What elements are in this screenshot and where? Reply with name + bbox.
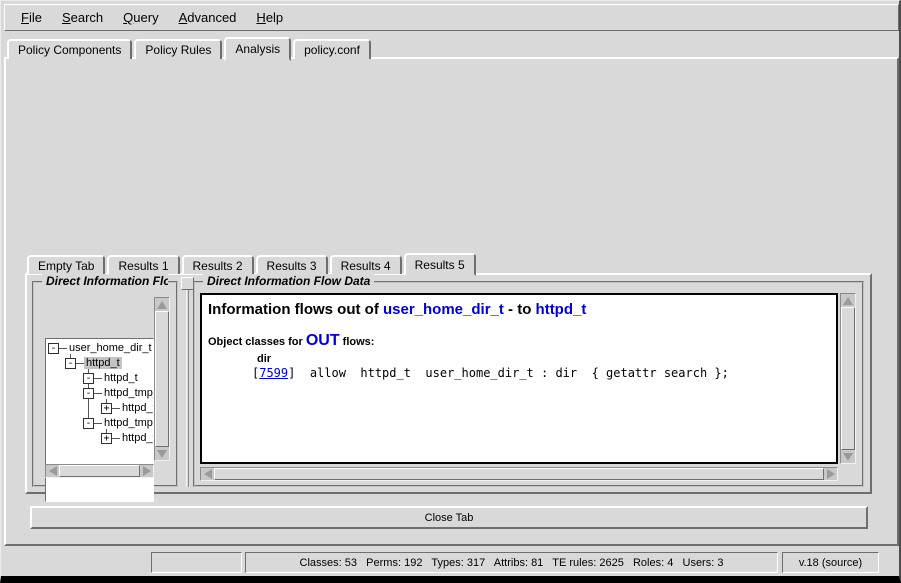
tree-row[interactable]: -user_home_dir_t [48,341,154,355]
tab-results-3[interactable]: Results 3 [256,255,328,274]
menu-search[interactable]: Search [52,7,113,28]
tree-row[interactable]: -httpd_t [83,371,140,385]
menu-query[interactable]: Query [113,7,168,28]
tree-node-label[interactable]: user_home_dir_t [67,342,154,354]
flow-data-title: Direct Information Flow Data [203,274,374,288]
rule-id-link[interactable]: 7599 [259,366,288,380]
data-hscrollbar[interactable] [200,467,838,481]
tree-row[interactable]: -httpd_tmp_t [83,386,154,400]
heading-mid: - to [504,301,536,318]
tree-node-label[interactable]: httpd_tmpfs_t [102,417,154,429]
flow-direction: OUT [306,332,340,349]
tab-results-4[interactable]: Results 4 [330,255,402,274]
scroll-down-arrow[interactable] [841,450,855,463]
tree-stub-line [112,438,120,439]
up-arrow-icon [843,297,853,305]
tab-policy-rules[interactable]: Policy Rules [134,39,222,59]
tab-results-1[interactable]: Results 1 [107,255,179,274]
right-arrow-icon [827,469,835,479]
tree-collapse-icon[interactable]: - [83,388,94,399]
left-arrow-icon [204,469,212,479]
tree-vscrollbar[interactable] [154,297,170,461]
tree-row[interactable]: + httpd_t [101,431,154,445]
menu-advanced[interactable]: Advanced [169,7,247,28]
tree-node-label[interactable]: httpd_tmp_t [102,387,154,399]
tree-node-label[interactable]: httpd_t [102,372,140,384]
scrollbar-thumb[interactable] [214,468,824,480]
rule-text: ] allow httpd_t user_home_dir_t : dir { … [288,366,729,380]
scroll-right-arrow[interactable] [140,465,153,477]
tree-collapse-icon[interactable]: - [48,343,59,354]
scrollbar-thumb[interactable] [841,307,855,450]
flow-subheading: Object classes for OUT flows: [208,332,830,350]
tree-stub-line [76,363,84,364]
allow-rule-line: [7599] allow httpd_t user_home_dir_t : d… [252,366,830,380]
tree-collapse-icon[interactable]: - [83,418,94,429]
tree-stub-line [94,378,102,379]
close-tab-button[interactable]: Close Tab [30,506,868,529]
tree-expand-icon[interactable]: + [101,403,112,414]
tab-results-2[interactable]: Results 2 [182,255,254,274]
data-vscrollbar[interactable] [840,293,856,464]
tab-empty-tab[interactable]: Empty Tab [27,255,105,274]
tree-expand-icon[interactable]: + [101,433,112,444]
tab-results-5[interactable]: Results 5 [404,253,476,276]
tree-row[interactable]: -httpd_t [65,356,122,370]
left-arrow-icon [49,466,57,476]
tree-collapse-icon[interactable]: - [83,373,94,384]
menu-file[interactable]: File [11,7,52,28]
tree-node-label[interactable]: httpd_t [120,402,154,414]
down-arrow-icon [157,450,167,458]
tree-collapse-icon[interactable]: - [65,358,76,369]
scroll-up-arrow[interactable] [155,298,169,311]
menu-help[interactable]: Help [246,7,293,28]
scroll-down-arrow[interactable] [155,447,169,460]
app-window: File Search Query Advanced Help Policy C… [0,0,901,583]
subheading-suffix: flows: [340,336,375,348]
scroll-up-arrow[interactable] [841,294,855,307]
status-policy-stats: Classes: 53 Perms: 192 Types: 317 Attrib… [245,552,778,573]
flow-heading: Information flows out of user_home_dir_t… [208,301,830,318]
down-arrow-icon [843,453,853,461]
tab-policy-conf[interactable]: policy.conf [293,39,371,59]
subheading-prefix: Object classes for [208,336,306,348]
scroll-right-arrow[interactable] [824,468,837,480]
scroll-left-arrow[interactable] [201,468,214,480]
tree-node-label[interactable]: httpd_t [120,432,154,444]
tree-stub-line [59,348,67,349]
results-sash-line [186,290,189,487]
flow-tree-title: Direct Information Flow Tree [42,274,168,288]
tree-stub-line [112,408,120,409]
flow-data-textarea[interactable]: Information flows out of user_home_dir_t… [200,293,838,464]
results-tab-strip: Empty Tab Results 1 Results 2 Results 3 … [27,251,476,274]
tree-stub-line [94,393,102,394]
tab-analysis[interactable]: Analysis [224,37,291,61]
menu-bar: File Search Query Advanced Help [4,4,899,31]
tree-row[interactable]: -httpd_tmpfs_t [83,416,154,430]
up-arrow-icon [157,301,167,309]
status-empty-box [151,552,242,573]
scrollbar-thumb[interactable] [59,465,140,477]
right-arrow-icon [143,466,151,476]
tree-stub-line [94,423,102,424]
scroll-left-arrow[interactable] [46,465,59,477]
tree-hscrollbar[interactable] [45,464,154,478]
object-class-name: dir [257,353,830,365]
tree-row[interactable]: + httpd_t [101,401,154,415]
main-tab-strip: Policy Components Policy Rules Analysis … [7,35,371,59]
heading-source-type: user_home_dir_t [383,301,504,318]
scrollbar-thumb[interactable] [155,311,169,447]
heading-prefix: Information flows out of [208,301,383,318]
heading-target-type: httpd_t [536,301,587,318]
status-version: v.18 (source) [782,552,879,573]
tree-node-label-selected[interactable]: httpd_t [84,357,122,369]
tab-policy-components[interactable]: Policy Components [7,39,132,59]
